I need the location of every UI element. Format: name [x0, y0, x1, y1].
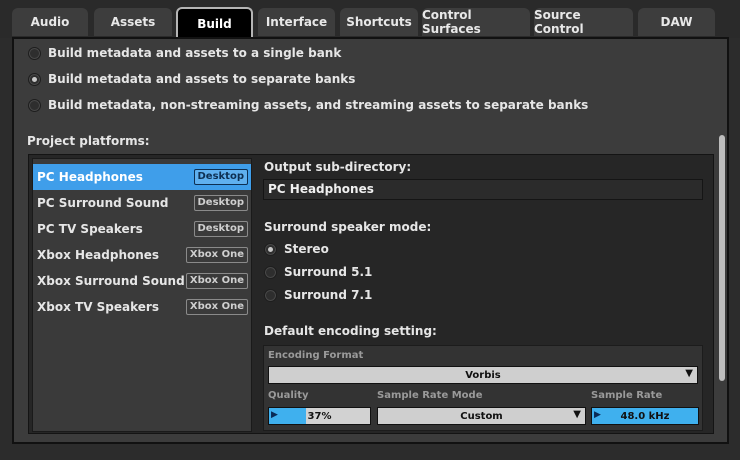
platform-name: Xbox Surround Sound [37, 274, 185, 288]
bank-option-streaming-separate[interactable]: Build metadata, non-streaming assets, an… [28, 98, 588, 112]
bank-option-label: Build metadata, non-streaming assets, an… [48, 98, 589, 112]
platform-tag: Desktop [193, 195, 248, 211]
platform-tag: Desktop [193, 221, 248, 237]
platform-name: PC Surround Sound [37, 196, 169, 210]
radio-button-checked[interactable] [264, 242, 277, 256]
tab-build[interactable]: Build [176, 7, 253, 38]
radio-button[interactable] [264, 288, 277, 302]
platform-detail: Output sub-directory: PC Headphones Surr… [261, 155, 711, 433]
build-settings-panel: Build metadata and assets to a single ba… [12, 37, 729, 444]
platform-tag: Xbox One [185, 247, 248, 263]
sample-rate-field[interactable]: ▶ 48.0 kHz [591, 407, 699, 425]
platform-tag: Xbox One [185, 273, 248, 289]
encoding-settings-box: Encoding Format Vorbis ▼ Quality ▶ 37% S… [263, 345, 703, 431]
chevron-down-icon: ▼ [685, 368, 693, 379]
scrollbar-thumb[interactable] [719, 135, 725, 381]
platform-item[interactable]: PC TV Speakers Desktop [33, 216, 251, 242]
vertical-scrollbar[interactable] [719, 135, 725, 381]
sample-rate-label: Sample Rate [591, 390, 663, 401]
bank-option-label: Build metadata and assets to separate ba… [48, 72, 356, 86]
encoding-format-label: Encoding Format [268, 350, 364, 361]
platform-item[interactable]: Xbox Surround Sound Xbox One [33, 268, 251, 294]
radio-button-checked[interactable] [28, 72, 41, 86]
tab-interface[interactable]: Interface [258, 8, 335, 36]
platform-tag: Xbox One [185, 299, 248, 315]
platform-name: Xbox TV Speakers [37, 300, 159, 314]
bank-option-separate[interactable]: Build metadata and assets to separate ba… [28, 72, 355, 86]
tab-shortcuts[interactable]: Shortcuts [340, 8, 418, 36]
platform-item[interactable]: PC Headphones Desktop [33, 164, 251, 190]
project-platforms-label: Project platforms: [27, 134, 150, 148]
tab-daw[interactable]: DAW [638, 8, 715, 36]
tab-audio[interactable]: Audio [12, 8, 88, 36]
project-platforms-box: PC Headphones Desktop PC Surround Sound … [28, 154, 714, 434]
sample-rate-mode-value: Custom [460, 410, 503, 422]
platform-list: PC Headphones Desktop PC Surround Sound … [32, 158, 252, 432]
platform-item[interactable]: Xbox Headphones Xbox One [33, 242, 251, 268]
surround-option-label: Surround 7.1 [284, 288, 373, 302]
output-subdirectory-label: Output sub-directory: [264, 160, 412, 174]
surround-option-5-1[interactable]: Surround 5.1 [264, 265, 372, 279]
sample-rate-mode-dropdown[interactable]: Custom ▼ [377, 407, 586, 425]
bank-option-label: Build metadata and assets to a single ba… [48, 46, 342, 60]
tab-assets[interactable]: Assets [94, 8, 172, 36]
quality-label: Quality [268, 390, 309, 401]
slider-arrow-icon: ▶ [594, 410, 601, 420]
platform-item[interactable]: Xbox TV Speakers Xbox One [33, 294, 251, 320]
tab-bar: Audio Assets Build Interface Shortcuts C… [0, 0, 740, 38]
output-subdirectory-field[interactable]: PC Headphones [263, 179, 703, 200]
radio-button[interactable] [264, 265, 277, 279]
sample-rate-mode-label: Sample Rate Mode [377, 390, 483, 401]
chevron-down-icon: ▼ [573, 409, 581, 420]
surround-option-7-1[interactable]: Surround 7.1 [264, 288, 372, 302]
surround-option-label: Stereo [284, 242, 329, 256]
encoding-format-value: Vorbis [465, 369, 501, 381]
platform-tag: Desktop [193, 169, 248, 185]
default-encoding-label: Default encoding setting: [264, 324, 437, 338]
tab-control-surfaces[interactable]: Control Surfaces [422, 8, 530, 36]
surround-option-stereo[interactable]: Stereo [264, 242, 329, 256]
platform-item[interactable]: PC Surround Sound Desktop [33, 190, 251, 216]
bank-option-single[interactable]: Build metadata and assets to a single ba… [28, 46, 341, 60]
sample-rate-value: 48.0 kHz [620, 410, 670, 422]
platform-name: PC Headphones [37, 170, 143, 184]
surround-option-label: Surround 5.1 [284, 265, 373, 279]
encoding-format-dropdown[interactable]: Vorbis ▼ [268, 366, 698, 384]
tab-source-control[interactable]: Source Control [534, 8, 633, 36]
quality-slider[interactable]: ▶ 37% [268, 407, 371, 425]
radio-button[interactable] [28, 46, 41, 60]
quality-value: 37% [307, 410, 332, 422]
radio-button[interactable] [28, 98, 41, 112]
platform-name: Xbox Headphones [37, 248, 160, 262]
slider-arrow-icon: ▶ [271, 410, 278, 420]
surround-speaker-mode-label: Surround speaker mode: [264, 220, 432, 234]
platform-name: PC TV Speakers [37, 222, 143, 236]
